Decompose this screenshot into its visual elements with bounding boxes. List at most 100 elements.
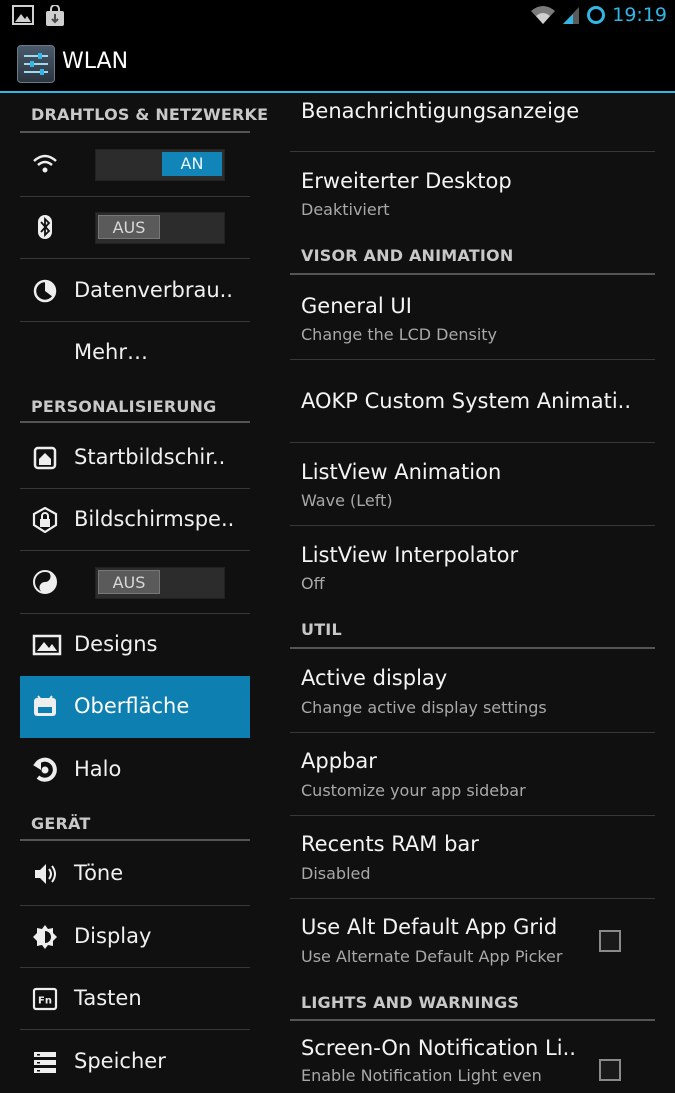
pref-title: ListView Animation	[301, 460, 502, 484]
settings-headers-list: DRAHTLOS & NETZWERKE AN AUS Datenverbrau…	[0, 93, 270, 1080]
pref-summary: Enable Notification Light even	[301, 1066, 542, 1085]
divider	[20, 1029, 250, 1030]
section-header-util: UTIL	[301, 620, 342, 639]
pref-alt-app-grid[interactable]: Use Alt Default App Grid Use Alternate D…	[290, 899, 655, 981]
wifi-signal-icon	[531, 6, 556, 24]
nav-item-storage[interactable]: Speicher	[20, 1031, 250, 1093]
page-title: WLAN	[62, 49, 129, 74]
alt-app-grid-checkbox[interactable]	[599, 930, 621, 952]
fn-key-icon: Fn	[32, 986, 58, 1012]
yin-yang-icon	[32, 569, 58, 595]
nav-item-data-usage[interactable]: Datenverbrau..	[20, 260, 250, 322]
nav-label: Mehr…	[74, 340, 148, 364]
nav-item-designs[interactable]: Designs	[20, 614, 250, 676]
clock: 19:19	[612, 4, 667, 26]
nav-label: Halo	[74, 757, 122, 781]
section-header-personal: PERSONALISIERUNG	[31, 397, 217, 416]
pref-title: Appbar	[301, 749, 377, 773]
pref-title: Active display	[301, 666, 448, 690]
halo-icon	[32, 757, 58, 783]
svg-text:Fn: Fn	[38, 996, 52, 1007]
pref-title: ListView Interpolator	[301, 543, 519, 567]
section-divider	[20, 421, 250, 423]
divider	[290, 151, 655, 152]
pref-summary: Wave (Left)	[301, 491, 393, 510]
data-usage-icon	[32, 278, 58, 304]
pref-appbar[interactable]: Appbar Customize your app sidebar	[290, 733, 655, 815]
toggle-label: AUS	[98, 215, 160, 239]
nav-item-more[interactable]: Mehr…	[20, 322, 250, 384]
nav-item-sound[interactable]: Töne	[20, 843, 250, 905]
android-icon	[32, 694, 58, 720]
sync-circle-icon	[587, 6, 606, 24]
nav-label: Startbildschir..	[74, 445, 226, 469]
pref-title: Recents RAM bar	[301, 832, 479, 856]
pref-title: Benachrichtigungsanzeige	[301, 99, 580, 123]
nav-label: Oberfläche	[74, 694, 190, 718]
settings-app-icon[interactable]	[17, 45, 55, 83]
section-header-device: GERÄT	[31, 814, 91, 833]
bluetooth-icon	[32, 214, 58, 240]
nav-label: Tasten	[74, 986, 142, 1010]
lock-icon	[32, 506, 58, 534]
pref-title: AOKP Custom System Animati..	[301, 389, 632, 413]
store-download-icon	[46, 5, 64, 26]
picture-icon	[32, 632, 62, 658]
section-header-lights: LIGHTS AND WARNINGS	[301, 993, 520, 1012]
nav-item-homescreen[interactable]: Startbildschir..	[20, 427, 250, 489]
section-divider	[290, 273, 655, 275]
pref-summary: Deaktiviert	[301, 200, 390, 219]
image-notification-icon	[12, 5, 34, 25]
nav-item-interface[interactable]: Oberfläche	[20, 676, 250, 738]
wifi-toggle[interactable]: AN	[95, 149, 225, 181]
section-divider	[290, 1019, 655, 1021]
wifi-icon	[32, 151, 58, 177]
nav-item-theme[interactable]: AUS	[20, 551, 250, 613]
pref-summary: Off	[301, 574, 325, 593]
pref-recents-ram-bar[interactable]: Recents RAM bar Disabled	[290, 816, 655, 898]
settings-detail-list: Benachrichtigungsanzeige Erweiterter Des…	[290, 93, 655, 1085]
pref-title: Screen-On Notification Li..	[301, 1036, 576, 1060]
pref-screen-on-notification-light[interactable]: Screen-On Notification Li.. Enable Notif…	[290, 1022, 655, 1085]
brightness-icon	[32, 924, 58, 950]
toggle-label: AUS	[98, 570, 160, 594]
nav-label: Datenverbrau..	[74, 278, 233, 302]
pref-title: Erweiterter Desktop	[301, 169, 512, 193]
home-icon	[32, 445, 58, 471]
pref-title: General UI	[301, 294, 412, 318]
action-bar: WLAN	[0, 33, 675, 93]
nav-label: Speicher	[74, 1049, 166, 1073]
cell-signal-icon	[563, 7, 580, 24]
pref-expanded-desktop[interactable]: Erweiterter Desktop Deaktiviert	[290, 153, 655, 235]
nav-label: Bildschirmspe..	[74, 507, 235, 531]
pref-title: Use Alt Default App Grid	[301, 915, 558, 939]
section-header-wireless: DRAHTLOS & NETZWERKE	[31, 105, 269, 124]
pref-active-display[interactable]: Active display Change active display set…	[290, 649, 655, 731]
section-divider	[20, 839, 250, 841]
divider	[20, 258, 250, 259]
screen-on-notification-checkbox[interactable]	[599, 1059, 621, 1081]
pref-listview-animation[interactable]: ListView Animation Wave (Left)	[290, 443, 655, 525]
nav-label: Töne	[74, 861, 124, 885]
pref-aokp-animation[interactable]: AOKP Custom System Animati..	[290, 360, 655, 442]
theme-toggle[interactable]: AUS	[95, 567, 225, 599]
pref-summary: Change the LCD Density	[301, 325, 498, 344]
pref-summary: Change active display settings	[301, 698, 547, 717]
pref-summary: Disabled	[301, 864, 371, 883]
pref-summary: Customize your app sidebar	[301, 781, 526, 800]
nav-item-display[interactable]: Display	[20, 906, 250, 968]
bluetooth-toggle[interactable]: AUS	[95, 212, 225, 244]
nav-label: Designs	[74, 632, 158, 656]
pref-listview-interpolator[interactable]: ListView Interpolator Off	[290, 526, 655, 608]
nav-item-bluetooth[interactable]: AUS	[20, 196, 250, 258]
storage-icon	[32, 1049, 58, 1075]
nav-item-buttons[interactable]: Fn Tasten	[20, 968, 250, 1030]
nav-item-lockscreen[interactable]: Bildschirmspe..	[20, 489, 250, 551]
nav-item-wifi[interactable]: AN	[20, 133, 250, 195]
speaker-icon	[32, 861, 58, 887]
toggle-label: AN	[162, 152, 222, 176]
pref-general-ui[interactable]: General UI Change the LCD Density	[290, 276, 655, 358]
nav-item-halo[interactable]: Halo	[20, 739, 250, 801]
section-header-visor: VISOR AND ANIMATION	[301, 246, 514, 265]
pref-notification-display[interactable]: Benachrichtigungsanzeige	[290, 93, 655, 151]
